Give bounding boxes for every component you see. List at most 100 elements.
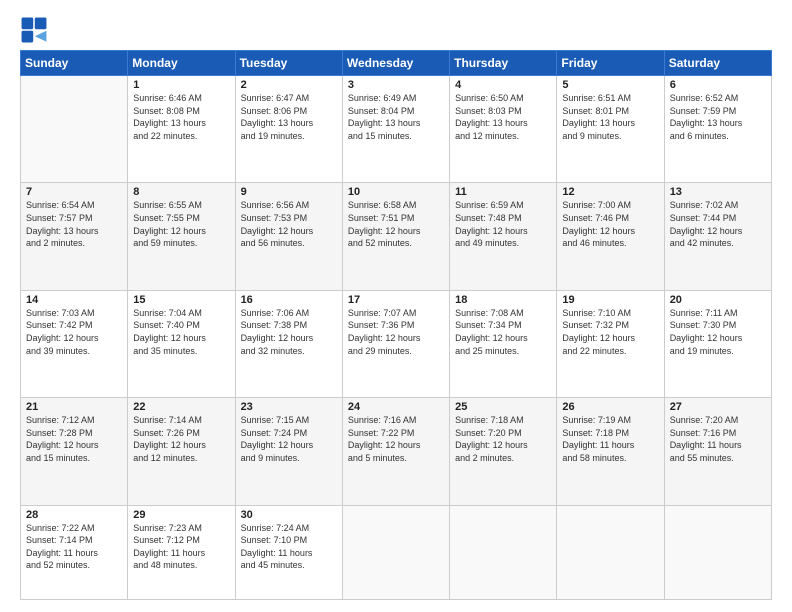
calendar-cell: 6Sunrise: 6:52 AM Sunset: 7:59 PM Daylig… bbox=[664, 76, 771, 183]
weekday-header-saturday: Saturday bbox=[664, 51, 771, 76]
day-info: Sunrise: 6:49 AM Sunset: 8:04 PM Dayligh… bbox=[348, 92, 444, 142]
day-info: Sunrise: 7:19 AM Sunset: 7:18 PM Dayligh… bbox=[562, 414, 658, 464]
day-number: 14 bbox=[26, 294, 122, 306]
day-number: 29 bbox=[133, 509, 229, 521]
calendar-cell: 20Sunrise: 7:11 AM Sunset: 7:30 PM Dayli… bbox=[664, 290, 771, 397]
day-number: 18 bbox=[455, 294, 551, 306]
day-number: 20 bbox=[670, 294, 766, 306]
day-number: 23 bbox=[241, 401, 337, 413]
day-number: 17 bbox=[348, 294, 444, 306]
day-info: Sunrise: 7:08 AM Sunset: 7:34 PM Dayligh… bbox=[455, 307, 551, 357]
day-info: Sunrise: 7:20 AM Sunset: 7:16 PM Dayligh… bbox=[670, 414, 766, 464]
calendar-week-row: 28Sunrise: 7:22 AM Sunset: 7:14 PM Dayli… bbox=[21, 505, 772, 600]
day-info: Sunrise: 7:04 AM Sunset: 7:40 PM Dayligh… bbox=[133, 307, 229, 357]
day-info: Sunrise: 6:50 AM Sunset: 8:03 PM Dayligh… bbox=[455, 92, 551, 142]
calendar-week-row: 7Sunrise: 6:54 AM Sunset: 7:57 PM Daylig… bbox=[21, 183, 772, 290]
day-info: Sunrise: 7:22 AM Sunset: 7:14 PM Dayligh… bbox=[26, 522, 122, 572]
day-info: Sunrise: 6:59 AM Sunset: 7:48 PM Dayligh… bbox=[455, 199, 551, 249]
day-info: Sunrise: 6:58 AM Sunset: 7:51 PM Dayligh… bbox=[348, 199, 444, 249]
weekday-header-thursday: Thursday bbox=[450, 51, 557, 76]
day-info: Sunrise: 7:24 AM Sunset: 7:10 PM Dayligh… bbox=[241, 522, 337, 572]
calendar-cell: 26Sunrise: 7:19 AM Sunset: 7:18 PM Dayli… bbox=[557, 398, 664, 505]
day-number: 24 bbox=[348, 401, 444, 413]
day-info: Sunrise: 7:18 AM Sunset: 7:20 PM Dayligh… bbox=[455, 414, 551, 464]
day-info: Sunrise: 6:51 AM Sunset: 8:01 PM Dayligh… bbox=[562, 92, 658, 142]
logo-icon bbox=[20, 16, 48, 44]
calendar-week-row: 21Sunrise: 7:12 AM Sunset: 7:28 PM Dayli… bbox=[21, 398, 772, 505]
day-info: Sunrise: 7:10 AM Sunset: 7:32 PM Dayligh… bbox=[562, 307, 658, 357]
day-number: 11 bbox=[455, 186, 551, 198]
day-number: 15 bbox=[133, 294, 229, 306]
calendar-cell: 9Sunrise: 6:56 AM Sunset: 7:53 PM Daylig… bbox=[235, 183, 342, 290]
day-number: 4 bbox=[455, 79, 551, 91]
calendar-cell: 22Sunrise: 7:14 AM Sunset: 7:26 PM Dayli… bbox=[128, 398, 235, 505]
calendar-cell bbox=[664, 505, 771, 600]
day-info: Sunrise: 7:15 AM Sunset: 7:24 PM Dayligh… bbox=[241, 414, 337, 464]
calendar-cell: 16Sunrise: 7:06 AM Sunset: 7:38 PM Dayli… bbox=[235, 290, 342, 397]
day-info: Sunrise: 7:00 AM Sunset: 7:46 PM Dayligh… bbox=[562, 199, 658, 249]
calendar-cell: 3Sunrise: 6:49 AM Sunset: 8:04 PM Daylig… bbox=[342, 76, 449, 183]
calendar-cell: 7Sunrise: 6:54 AM Sunset: 7:57 PM Daylig… bbox=[21, 183, 128, 290]
day-info: Sunrise: 7:23 AM Sunset: 7:12 PM Dayligh… bbox=[133, 522, 229, 572]
calendar-cell: 5Sunrise: 6:51 AM Sunset: 8:01 PM Daylig… bbox=[557, 76, 664, 183]
day-number: 27 bbox=[670, 401, 766, 413]
calendar-week-row: 14Sunrise: 7:03 AM Sunset: 7:42 PM Dayli… bbox=[21, 290, 772, 397]
day-number: 8 bbox=[133, 186, 229, 198]
weekday-header-row: SundayMondayTuesdayWednesdayThursdayFrid… bbox=[21, 51, 772, 76]
day-info: Sunrise: 7:07 AM Sunset: 7:36 PM Dayligh… bbox=[348, 307, 444, 357]
day-info: Sunrise: 7:14 AM Sunset: 7:26 PM Dayligh… bbox=[133, 414, 229, 464]
day-info: Sunrise: 7:02 AM Sunset: 7:44 PM Dayligh… bbox=[670, 199, 766, 249]
day-number: 13 bbox=[670, 186, 766, 198]
header bbox=[20, 16, 772, 44]
calendar-cell: 12Sunrise: 7:00 AM Sunset: 7:46 PM Dayli… bbox=[557, 183, 664, 290]
day-number: 22 bbox=[133, 401, 229, 413]
day-number: 25 bbox=[455, 401, 551, 413]
calendar-table: SundayMondayTuesdayWednesdayThursdayFrid… bbox=[20, 50, 772, 600]
calendar-cell bbox=[21, 76, 128, 183]
calendar-cell: 30Sunrise: 7:24 AM Sunset: 7:10 PM Dayli… bbox=[235, 505, 342, 600]
day-number: 21 bbox=[26, 401, 122, 413]
calendar-cell: 13Sunrise: 7:02 AM Sunset: 7:44 PM Dayli… bbox=[664, 183, 771, 290]
calendar-cell: 15Sunrise: 7:04 AM Sunset: 7:40 PM Dayli… bbox=[128, 290, 235, 397]
weekday-header-monday: Monday bbox=[128, 51, 235, 76]
calendar-cell: 29Sunrise: 7:23 AM Sunset: 7:12 PM Dayli… bbox=[128, 505, 235, 600]
calendar-body: 1Sunrise: 6:46 AM Sunset: 8:08 PM Daylig… bbox=[21, 76, 772, 600]
day-number: 10 bbox=[348, 186, 444, 198]
day-number: 9 bbox=[241, 186, 337, 198]
logo bbox=[20, 16, 52, 44]
day-number: 12 bbox=[562, 186, 658, 198]
day-info: Sunrise: 7:16 AM Sunset: 7:22 PM Dayligh… bbox=[348, 414, 444, 464]
calendar-cell: 1Sunrise: 6:46 AM Sunset: 8:08 PM Daylig… bbox=[128, 76, 235, 183]
day-number: 1 bbox=[133, 79, 229, 91]
weekday-header-wednesday: Wednesday bbox=[342, 51, 449, 76]
page: SundayMondayTuesdayWednesdayThursdayFrid… bbox=[0, 0, 792, 612]
weekday-header-friday: Friday bbox=[557, 51, 664, 76]
calendar-cell: 10Sunrise: 6:58 AM Sunset: 7:51 PM Dayli… bbox=[342, 183, 449, 290]
calendar-cell: 24Sunrise: 7:16 AM Sunset: 7:22 PM Dayli… bbox=[342, 398, 449, 505]
day-info: Sunrise: 6:55 AM Sunset: 7:55 PM Dayligh… bbox=[133, 199, 229, 249]
day-number: 5 bbox=[562, 79, 658, 91]
day-info: Sunrise: 7:12 AM Sunset: 7:28 PM Dayligh… bbox=[26, 414, 122, 464]
calendar-cell: 18Sunrise: 7:08 AM Sunset: 7:34 PM Dayli… bbox=[450, 290, 557, 397]
calendar-cell: 17Sunrise: 7:07 AM Sunset: 7:36 PM Dayli… bbox=[342, 290, 449, 397]
calendar-cell: 11Sunrise: 6:59 AM Sunset: 7:48 PM Dayli… bbox=[450, 183, 557, 290]
day-number: 19 bbox=[562, 294, 658, 306]
calendar-cell: 14Sunrise: 7:03 AM Sunset: 7:42 PM Dayli… bbox=[21, 290, 128, 397]
calendar-cell: 27Sunrise: 7:20 AM Sunset: 7:16 PM Dayli… bbox=[664, 398, 771, 505]
calendar-cell: 28Sunrise: 7:22 AM Sunset: 7:14 PM Dayli… bbox=[21, 505, 128, 600]
day-info: Sunrise: 6:56 AM Sunset: 7:53 PM Dayligh… bbox=[241, 199, 337, 249]
day-number: 7 bbox=[26, 186, 122, 198]
day-number: 30 bbox=[241, 509, 337, 521]
day-number: 2 bbox=[241, 79, 337, 91]
day-number: 6 bbox=[670, 79, 766, 91]
calendar-week-row: 1Sunrise: 6:46 AM Sunset: 8:08 PM Daylig… bbox=[21, 76, 772, 183]
day-info: Sunrise: 7:11 AM Sunset: 7:30 PM Dayligh… bbox=[670, 307, 766, 357]
day-number: 16 bbox=[241, 294, 337, 306]
calendar-cell: 25Sunrise: 7:18 AM Sunset: 7:20 PM Dayli… bbox=[450, 398, 557, 505]
calendar-cell bbox=[450, 505, 557, 600]
day-number: 28 bbox=[26, 509, 122, 521]
calendar-cell bbox=[342, 505, 449, 600]
weekday-header-tuesday: Tuesday bbox=[235, 51, 342, 76]
calendar-cell: 19Sunrise: 7:10 AM Sunset: 7:32 PM Dayli… bbox=[557, 290, 664, 397]
calendar-cell: 8Sunrise: 6:55 AM Sunset: 7:55 PM Daylig… bbox=[128, 183, 235, 290]
